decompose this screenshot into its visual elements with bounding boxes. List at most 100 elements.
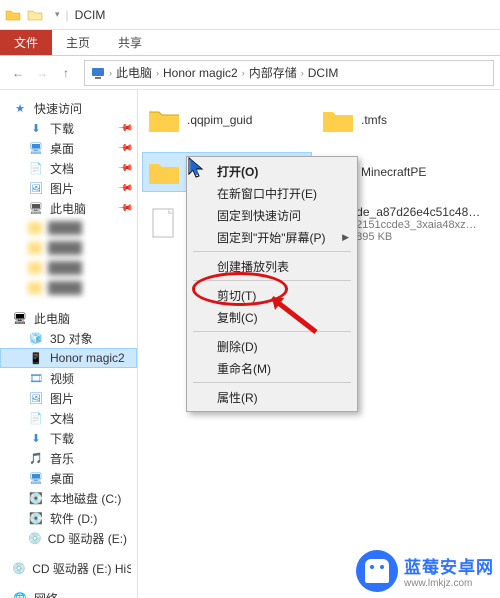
submenu-arrow-icon: ▶ xyxy=(342,232,349,243)
title-bar-separator: | xyxy=(66,8,69,22)
breadcrumb-current[interactable]: DCIM xyxy=(308,66,339,80)
menu-rename[interactable]: 重命名(M) xyxy=(189,357,355,379)
chevron-right-icon: › xyxy=(156,68,159,78)
sidebar-pictures2[interactable]: 🖼图片 xyxy=(0,388,137,408)
menu-pin-start[interactable]: 固定到"开始"屏幕(P)▶ xyxy=(189,226,355,248)
window-title: DCIM xyxy=(75,8,106,22)
sidebar-pictures[interactable]: 🖼 图片 📌 xyxy=(0,178,137,198)
sidebar-blurred: ████ xyxy=(0,258,137,278)
tab-home[interactable]: 主页 xyxy=(52,30,104,55)
watermark: 蓝莓安卓网 www.lmkjz.com xyxy=(356,550,494,592)
menu-new-window[interactable]: 在新窗口中打开(E) xyxy=(189,182,355,204)
folder-icon xyxy=(147,103,181,137)
breadcrumb[interactable]: › 此电脑 › Honor magic2 › 内部存储 › DCIM xyxy=(84,60,494,86)
up-button[interactable]: ↑ xyxy=(54,61,78,85)
watermark-title: 蓝莓安卓网 xyxy=(404,553,494,578)
context-menu: 打开(O) 在新窗口中打开(E) 固定到快速访问 固定到"开始"屏幕(P)▶ 创… xyxy=(186,156,358,412)
menu-separator xyxy=(193,280,351,281)
download-icon: ⬇ xyxy=(28,120,44,136)
sidebar-3d[interactable]: 🧊3D 对象 xyxy=(0,328,137,348)
star-icon: ★ xyxy=(12,100,28,116)
tab-share[interactable]: 共享 xyxy=(104,30,156,55)
document-icon: 📄 xyxy=(28,410,44,426)
pin-icon: 📌 xyxy=(116,200,133,217)
sidebar-cdrive[interactable]: 💽本地磁盘 (C:) xyxy=(0,488,137,508)
sidebar-music[interactable]: 🎵音乐 xyxy=(0,448,137,468)
menu-copy[interactable]: 复制(C) xyxy=(189,306,355,328)
sidebar-videos[interactable]: 🎞视频 xyxy=(0,368,137,388)
music-icon: 🎵 xyxy=(28,450,44,466)
tab-file[interactable]: 文件 xyxy=(0,30,52,55)
network-icon: 🌐 xyxy=(12,590,28,598)
file-icon xyxy=(147,207,181,241)
cursor-icon xyxy=(188,157,206,179)
cd-icon: 💿 xyxy=(12,560,26,576)
sidebar-quickaccess[interactable]: ★ 快速访问 xyxy=(0,98,137,118)
forward-button[interactable]: → xyxy=(30,61,54,85)
pin-icon: 📌 xyxy=(116,160,133,177)
sidebar-blurred: ████ xyxy=(0,278,137,298)
folder-item[interactable]: .qqpim_guid xyxy=(142,100,312,140)
cd-icon: 💿 xyxy=(28,530,42,546)
sidebar: ★ 快速访问 ⬇ 下载 📌 🖥 桌面 📌 📄 文档 📌 🖼 图片 📌 🖥 此电脑… xyxy=(0,90,138,598)
menu-open[interactable]: 打开(O) xyxy=(189,160,355,182)
menu-cut[interactable]: 剪切(T) xyxy=(189,284,355,306)
pc-icon: 🖥 xyxy=(28,200,44,216)
sidebar-documents2[interactable]: 📄文档 xyxy=(0,408,137,428)
title-bar: ▾ | DCIM xyxy=(0,0,500,30)
sidebar-downloads[interactable]: ⬇ 下载 📌 xyxy=(0,118,137,138)
desktop-icon: 🖥 xyxy=(28,470,44,486)
sidebar-honor[interactable]: 📱Honor magic2 xyxy=(0,348,137,368)
nav-bar: ← → ↑ › 此电脑 › Honor magic2 › 内部存储 › DCIM xyxy=(0,56,500,90)
pc-icon xyxy=(91,66,105,80)
document-icon: 📄 xyxy=(28,160,44,176)
menu-pin-quick[interactable]: 固定到快速访问 xyxy=(189,204,355,226)
dropdown-indicator-icon[interactable]: ▾ xyxy=(55,9,60,20)
folder-open-icon xyxy=(27,7,43,23)
pc-icon: 🖥 xyxy=(12,310,28,326)
menu-delete[interactable]: 删除(D) xyxy=(189,335,355,357)
sidebar-edrive2[interactable]: 💿CD 驱动器 (E:) HiSui xyxy=(0,558,137,578)
sidebar-documents[interactable]: 📄 文档 📌 xyxy=(0,158,137,178)
picture-icon: 🖼 xyxy=(28,180,44,196)
menu-separator xyxy=(193,251,351,252)
chevron-right-icon: › xyxy=(242,68,245,78)
chevron-right-icon: › xyxy=(301,68,304,78)
sidebar-desktop2[interactable]: 🖥桌面 xyxy=(0,468,137,488)
pin-icon: 📌 xyxy=(116,180,133,197)
folder-small-icon xyxy=(5,7,21,23)
sidebar-blurred: ████ xyxy=(0,218,137,238)
menu-playlist[interactable]: 创建播放列表 xyxy=(189,255,355,277)
sidebar-blurred: ████ xyxy=(0,238,137,258)
menu-separator xyxy=(193,382,351,383)
sidebar-ddrive[interactable]: 💽软件 (D:) xyxy=(0,508,137,528)
picture-icon: 🖼 xyxy=(28,390,44,406)
watermark-logo-icon xyxy=(356,550,398,592)
download-icon: ⬇ xyxy=(28,430,44,446)
breadcrumb-storage[interactable]: 内部存储 xyxy=(249,64,297,81)
sidebar-network[interactable]: 🌐网络 xyxy=(0,588,137,598)
ribbon: 文件 主页 共享 xyxy=(0,30,500,56)
drive-icon: 💽 xyxy=(28,490,44,506)
pin-icon: 📌 xyxy=(116,140,133,157)
folder-icon xyxy=(147,155,181,189)
phone-icon: 📱 xyxy=(28,350,44,366)
sidebar-downloads2[interactable]: ⬇下载 xyxy=(0,428,137,448)
sidebar-edrive[interactable]: 💿CD 驱动器 (E:) HiSu xyxy=(0,528,137,548)
breadcrumb-device[interactable]: Honor magic2 xyxy=(163,66,238,80)
sidebar-thispc[interactable]: 🖥 此电脑 xyxy=(0,308,137,328)
sidebar-desktop[interactable]: 🖥 桌面 📌 xyxy=(0,138,137,158)
folder-item[interactable]: .tmfs xyxy=(316,100,486,140)
folder-icon xyxy=(321,103,355,137)
drive-icon: 💽 xyxy=(28,510,44,526)
chevron-right-icon: › xyxy=(109,68,112,78)
menu-properties[interactable]: 属性(R) xyxy=(189,386,355,408)
pin-icon: 📌 xyxy=(116,120,133,137)
cube-icon: 🧊 xyxy=(28,330,44,346)
breadcrumb-root[interactable]: 此电脑 xyxy=(116,64,152,81)
watermark-subtitle: www.lmkjz.com xyxy=(404,578,494,589)
sidebar-thispc-top[interactable]: 🖥 此电脑 📌 xyxy=(0,198,137,218)
desktop-icon: 🖥 xyxy=(28,140,44,156)
back-button[interactable]: ← xyxy=(6,61,30,85)
menu-separator xyxy=(193,331,351,332)
